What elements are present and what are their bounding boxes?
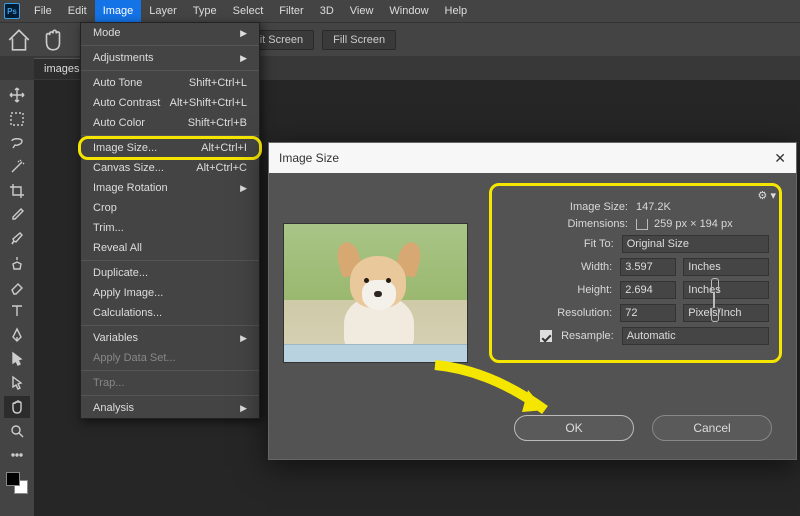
image-preview — [283, 223, 468, 363]
tool-magic-wand[interactable] — [4, 156, 30, 178]
color-swatches[interactable] — [6, 472, 28, 494]
menu-filter[interactable]: Filter — [271, 0, 311, 22]
cancel-button[interactable]: Cancel — [652, 415, 772, 441]
tool-move[interactable] — [4, 84, 30, 106]
image-size-dialog: Image Size ✕ ⚙ ▾ Image Size: 147.2K — [268, 142, 797, 460]
tool-type[interactable] — [4, 300, 30, 322]
menu-select[interactable]: Select — [225, 0, 272, 22]
menu-apply-image[interactable]: Apply Image... — [81, 283, 259, 303]
tool-direct-select[interactable] — [4, 372, 30, 394]
tool-hand[interactable] — [4, 396, 30, 418]
submenu-arrow-icon: ▶ — [240, 53, 247, 64]
dimensions-icon[interactable] — [636, 219, 648, 229]
shortcut: Alt+Shift+Ctrl+L — [170, 97, 247, 109]
app-logo: Ps — [4, 3, 20, 19]
shortcut: Shift+Ctrl+L — [189, 77, 247, 89]
fields-highlight: ⚙ ▾ Image Size: 147.2K Dimensions: 259 p… — [489, 183, 782, 363]
menu-variables[interactable]: Variables▶ — [81, 328, 259, 348]
submenu-arrow-icon: ▶ — [240, 333, 247, 344]
fit-to-select[interactable]: Original Size — [622, 235, 769, 253]
fill-screen-button[interactable]: Fill Screen — [322, 30, 396, 50]
menu-image-size[interactable]: Image Size...Alt+Ctrl+I — [81, 138, 259, 158]
image-size-label: Image Size: — [496, 201, 636, 213]
menu-analysis[interactable]: Analysis▶ — [81, 398, 259, 418]
menu-image[interactable]: Image — [95, 0, 142, 22]
menu-image-rotation[interactable]: Image Rotation▶ — [81, 178, 259, 198]
tool-eraser[interactable] — [4, 276, 30, 298]
menu-layer[interactable]: Layer — [141, 0, 185, 22]
tool-crop[interactable] — [4, 180, 30, 202]
menu-window[interactable]: Window — [381, 0, 436, 22]
tool-eyedropper[interactable] — [4, 204, 30, 226]
hand-tool-icon[interactable] — [40, 27, 66, 53]
menu-file[interactable]: File — [26, 0, 60, 22]
dialog-title: Image Size — [279, 151, 339, 165]
toolbox — [0, 80, 34, 516]
shortcut: Alt+Ctrl+C — [196, 162, 247, 174]
menu-auto-color[interactable]: Auto ColorShift+Ctrl+B — [81, 113, 259, 133]
ok-button[interactable]: OK — [514, 415, 634, 441]
menu-3d[interactable]: 3D — [312, 0, 342, 22]
menu-bar: Ps File Edit Image Layer Type Select Fil… — [0, 0, 800, 22]
home-icon[interactable] — [6, 27, 32, 53]
dimensions-value: 259 px × 194 px — [654, 218, 733, 230]
dimensions-label: Dimensions: — [496, 218, 636, 230]
menu-apply-data-set: Apply Data Set... — [81, 348, 259, 368]
menu-canvas-size[interactable]: Canvas Size...Alt+Ctrl+C — [81, 158, 259, 178]
tool-brush[interactable] — [4, 228, 30, 250]
dialog-titlebar: Image Size ✕ — [269, 143, 796, 173]
close-icon[interactable]: ✕ — [774, 150, 786, 167]
resample-select[interactable]: Automatic — [622, 327, 769, 345]
resolution-label: Resolution: — [496, 307, 620, 319]
resample-checkbox[interactable] — [540, 330, 552, 342]
shortcut: Shift+Ctrl+B — [188, 117, 247, 129]
width-input[interactable] — [620, 258, 676, 276]
tool-pen[interactable] — [4, 324, 30, 346]
menu-duplicate[interactable]: Duplicate... — [81, 263, 259, 283]
width-unit-select[interactable]: Inches — [683, 258, 769, 276]
menu-trim[interactable]: Trim... — [81, 218, 259, 238]
resolution-input[interactable] — [620, 304, 676, 322]
menu-auto-tone[interactable]: Auto ToneShift+Ctrl+L — [81, 73, 259, 93]
submenu-arrow-icon: ▶ — [240, 183, 247, 194]
menu-help[interactable]: Help — [437, 0, 476, 22]
tool-marquee[interactable] — [4, 108, 30, 130]
tool-path-select[interactable] — [4, 348, 30, 370]
menu-calculations[interactable]: Calculations... — [81, 303, 259, 323]
height-label: Height: — [496, 284, 620, 296]
menu-crop[interactable]: Crop — [81, 198, 259, 218]
menu-reveal-all[interactable]: Reveal All — [81, 238, 259, 258]
submenu-arrow-icon: ▶ — [240, 28, 247, 39]
tool-edit-toolbar[interactable] — [4, 444, 30, 466]
resample-label: Resample: — [561, 330, 614, 342]
resolution-unit-select[interactable]: Pixels/Inch — [683, 304, 769, 322]
submenu-arrow-icon: ▶ — [240, 403, 247, 414]
menu-mode[interactable]: Mode▶ — [81, 23, 259, 43]
menu-view[interactable]: View — [342, 0, 382, 22]
shortcut: Alt+Ctrl+I — [201, 142, 247, 154]
menu-trap: Trap... — [81, 373, 259, 393]
height-input[interactable] — [620, 281, 676, 299]
image-size-value: 147.2K — [636, 201, 671, 213]
height-unit-select[interactable]: Inches — [683, 281, 769, 299]
tool-lasso[interactable] — [4, 132, 30, 154]
tool-zoom[interactable] — [4, 420, 30, 442]
menu-type[interactable]: Type — [185, 0, 225, 22]
menu-auto-contrast[interactable]: Auto ContrastAlt+Shift+Ctrl+L — [81, 93, 259, 113]
constrain-proportions-icon[interactable] — [707, 276, 721, 324]
tool-clone[interactable] — [4, 252, 30, 274]
width-label: Width: — [496, 261, 620, 273]
menu-edit[interactable]: Edit — [60, 0, 95, 22]
fit-to-label: Fit To: — [496, 238, 622, 250]
menu-adjustments[interactable]: Adjustments▶ — [81, 48, 259, 68]
menu-image-dropdown: Mode▶ Adjustments▶ Auto ToneShift+Ctrl+L… — [80, 22, 260, 419]
gear-icon[interactable]: ⚙ ▾ — [758, 189, 776, 202]
